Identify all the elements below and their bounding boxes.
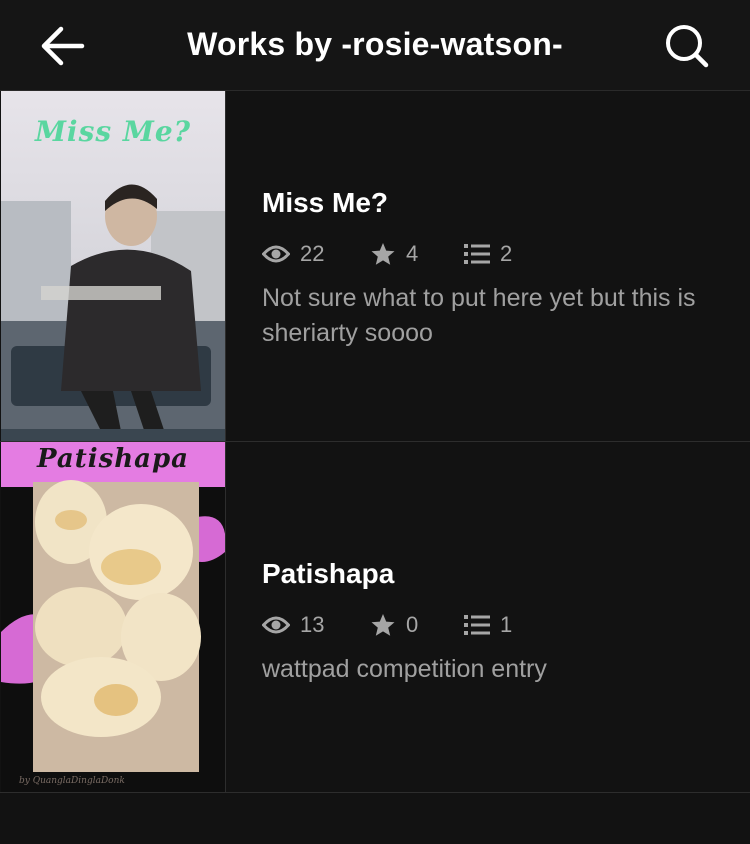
votes-count: 4: [406, 241, 419, 266]
search-button[interactable]: [664, 23, 710, 69]
work-item[interactable]: Patishapa by QuanglaDinglaDonk Patishapa…: [0, 442, 750, 793]
views-stat: 13: [262, 612, 370, 638]
parts-stat: 2: [464, 241, 512, 267]
views-count: 22: [300, 241, 325, 266]
works-list: Miss Me? Miss Me? 22 4 2 Not sure what t…: [0, 91, 750, 793]
book-cover[interactable]: Miss Me?: [1, 91, 226, 441]
work-stats: 22 4 2: [262, 239, 720, 269]
list-icon: [464, 615, 490, 635]
parts-count: 1: [500, 612, 513, 637]
work-title: Patishapa: [262, 558, 395, 589]
votes-stat: 0: [370, 612, 464, 638]
book-cover[interactable]: Patishapa by QuanglaDinglaDonk: [1, 442, 226, 792]
cover-title-text: Miss Me?: [34, 115, 192, 148]
votes-count: 0: [406, 612, 419, 637]
parts-count: 2: [500, 241, 513, 266]
eye-icon: [262, 616, 290, 634]
work-description: wattpad competition entry: [262, 655, 547, 683]
eye-icon: [262, 245, 290, 263]
page-title: Works by -rosie-watson-: [187, 26, 563, 62]
cover-credit-text: by QuanglaDinglaDonk: [19, 776, 125, 786]
work-item[interactable]: Miss Me? Miss Me? 22 4 2 Not sure what t…: [0, 91, 750, 442]
work-title: Miss Me?: [262, 187, 389, 218]
parts-stat: 1: [464, 612, 512, 638]
views-stat: 22: [262, 241, 370, 267]
star-icon: [371, 614, 395, 636]
work-info: Patishapa 13 0 1 wattpad competition ent…: [262, 558, 720, 687]
views-count: 13: [300, 612, 325, 637]
votes-stat: 4: [370, 241, 464, 267]
work-stats: 13 0 1: [262, 610, 720, 640]
search-icon: [666, 25, 709, 68]
work-description: Not sure what to put here yet but this i…: [262, 284, 696, 347]
cover-image: [1, 442, 225, 792]
star-icon: [371, 243, 395, 265]
list-icon: [464, 244, 490, 264]
work-info: Miss Me? 22 4 2 Not sure what to put her…: [262, 187, 720, 351]
cover-title-text: Patishapa: [37, 444, 189, 474]
top-bar: Works by -rosie-watson-: [0, 0, 750, 91]
